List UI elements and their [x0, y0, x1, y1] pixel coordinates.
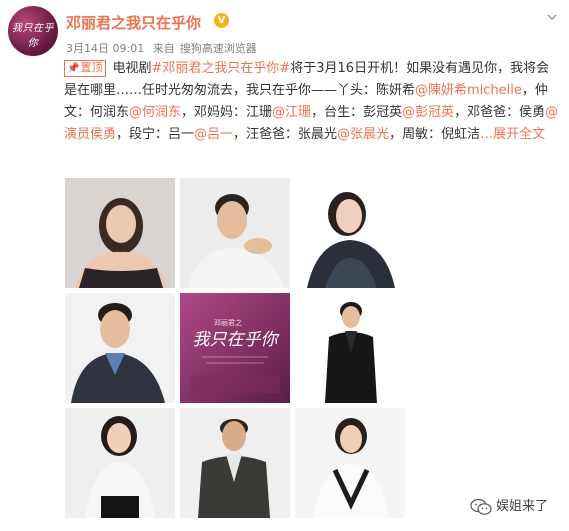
post-text-segment: ，邓妈妈：江珊	[181, 105, 273, 120]
post-meta: 3月14日 09:01 来自 搜狗高速浏览器	[66, 40, 262, 56]
pin-label: 置顶	[80, 61, 103, 74]
photo-hou-yong[interactable]	[295, 293, 405, 403]
photo-he-rundong[interactable]	[180, 178, 290, 288]
avatar-text: 我只在乎你	[12, 23, 54, 49]
photo-jiang-shan[interactable]	[295, 178, 405, 288]
post-text: 📌置顶 电视剧#邓丽君之我只在乎你#将于3月16日开机！如果没有遇见你，我将会是在…	[64, 58, 562, 146]
verified-badge-icon: V	[214, 13, 229, 28]
post-body: 电视剧#邓丽君之我只在乎你#将于3月16日开机！如果没有遇见你，我将会是在哪里……	[64, 61, 558, 142]
post-date[interactable]: 3月14日 09:01	[66, 42, 144, 55]
post-link[interactable]: @江珊	[272, 105, 311, 120]
post-source[interactable]: 搜狗高速浏览器	[180, 42, 257, 55]
chevron-down-icon[interactable]	[547, 12, 557, 22]
poster-subtitle: 邓丽君之	[214, 318, 242, 327]
post-link[interactable]: @何润东	[129, 105, 181, 120]
post-text-segment: ，台生：彭冠英	[311, 105, 403, 120]
source-prefix: 来自	[152, 42, 175, 55]
post-link[interactable]: #邓丽君之我只在乎你#	[151, 61, 290, 76]
photo-zhang-chenguang[interactable]	[180, 408, 290, 518]
photo-chen-yanxi[interactable]	[65, 178, 175, 288]
poster-title: 我只在乎你	[193, 330, 281, 350]
wechat-account-label: 娱姐来了	[496, 499, 549, 514]
wechat-watermark: 娱姐来了	[470, 497, 566, 517]
pin-tag: 📌置顶	[64, 60, 107, 77]
photo-lv-yi[interactable]	[65, 408, 175, 518]
photo-peng-guanying[interactable]	[65, 293, 175, 403]
avatar[interactable]: 我只在乎你	[8, 6, 58, 56]
post-text-segment: ，邓爸爸：侯勇	[454, 105, 546, 120]
post-text-segment: ，段宁：吕一	[116, 127, 195, 142]
post-link[interactable]: @张晨光	[337, 127, 389, 142]
drama-poster[interactable]: 邓丽君之 我只在乎你	[180, 293, 290, 403]
post-header: 我只在乎你 邓丽君之我只在乎你 V 3月14日 09:01 来自 搜狗高速浏览器	[8, 6, 563, 56]
post-link[interactable]: @彭冠英	[402, 105, 454, 120]
wechat-icon	[470, 498, 492, 515]
post-link[interactable]: @吕一	[194, 127, 233, 142]
post-link[interactable]: …展开全文	[480, 127, 545, 142]
post-link[interactable]: @陳妍希michelle	[415, 83, 522, 98]
post-text-segment: 电视剧	[112, 61, 152, 76]
photo-ni-hongjie[interactable]	[295, 408, 405, 518]
image-grid: 邓丽君之 我只在乎你	[65, 178, 405, 518]
pin-icon: 📌	[67, 63, 80, 74]
account-name[interactable]: 邓丽君之我只在乎你	[66, 12, 201, 33]
post-text-segment: ，汪爸爸：张晨光	[233, 127, 338, 142]
post-text-segment: ，周敏：倪虹洁	[389, 127, 481, 142]
